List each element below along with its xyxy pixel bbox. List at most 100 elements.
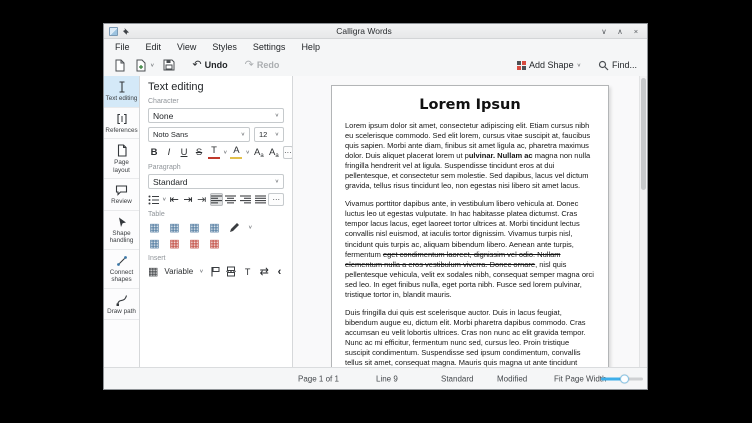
align-right-button[interactable] — [239, 193, 252, 206]
insert-row-below-button[interactable]: ▦ — [168, 221, 181, 234]
character-more-button[interactable]: … — [282, 146, 292, 159]
titlebar[interactable]: Calligra Words ∨ ∧ × — [104, 24, 647, 39]
undo-button[interactable]: ↶ Undo — [190, 59, 229, 71]
open-document-button[interactable]: ∨ — [133, 58, 156, 73]
tab-connect-shapes[interactable]: Connect shapes — [104, 250, 139, 289]
undo-label: Undo — [204, 60, 228, 70]
insert-column-right-button[interactable]: ▦ — [208, 221, 221, 234]
minimize-icon[interactable]: ∨ — [598, 27, 610, 36]
bold-button[interactable]: B — [148, 146, 160, 159]
insert-table-button[interactable]: ▦ — [148, 265, 158, 278]
font-size-select[interactable]: 12 ∨ — [254, 127, 284, 142]
font-color-chevron-icon[interactable]: ∨ — [223, 150, 227, 156]
align-center-icon — [225, 195, 237, 204]
menu-settings[interactable]: Settings — [245, 41, 294, 53]
insert-text-button[interactable]: T — [242, 265, 254, 278]
save-icon — [163, 59, 175, 71]
delete-table-button[interactable]: ▦ — [208, 237, 221, 250]
insert-row-above-button[interactable]: ▦ — [148, 221, 161, 234]
indent-less-button[interactable]: ⇤ — [168, 193, 180, 206]
character-style-select[interactable]: None ∨ — [148, 108, 284, 123]
add-shape-button[interactable]: Add Shape ∨ — [515, 59, 583, 71]
pin-icon[interactable] — [122, 27, 130, 35]
highlight-color-button[interactable]: A — [230, 145, 243, 159]
document-paragraph[interactable]: Lorem ipsum dolor sit amet, consectetur … — [345, 121, 595, 191]
list-style-button[interactable] — [148, 193, 160, 206]
insert-column-left-button[interactable]: ▦ — [188, 221, 201, 234]
italic-button[interactable]: I — [163, 146, 175, 159]
paragraph-more-button[interactable]: … — [268, 193, 284, 206]
paragraph-style-select[interactable]: Standard ∨ — [148, 174, 284, 189]
redo-label: Redo — [256, 60, 280, 70]
new-document-button[interactable] — [112, 58, 128, 73]
document-body[interactable]: Lorem ipsum dolor sit amet, consectetur … — [345, 121, 595, 367]
find-button[interactable]: Find... — [596, 59, 639, 72]
indent-more-button[interactable]: ⇥ — [182, 193, 194, 206]
merge-cells-button[interactable]: ▦ — [148, 237, 161, 250]
align-center-button[interactable] — [225, 193, 238, 206]
desktop-background: Calligra Words ∨ ∧ × File Edit View Styl… — [0, 0, 752, 423]
document-area[interactable]: Lorem Ipsun Lorem ipsum dolor sit amet, … — [293, 76, 647, 367]
zoom-mode-button[interactable]: Fit Page Width — [554, 374, 606, 383]
pen-icon — [230, 223, 239, 232]
zoom-slider[interactable] — [601, 374, 643, 383]
scrollbar-thumb[interactable] — [641, 78, 646, 190]
list-chevron-icon[interactable]: ∨ — [162, 197, 166, 203]
tab-references[interactable]: References — [104, 108, 139, 140]
document-paragraph[interactable]: Vivamus porttitor dapibus ante, in vesti… — [345, 199, 595, 299]
style-indicator[interactable]: Standard — [441, 374, 473, 383]
menu-styles[interactable]: Styles — [204, 41, 245, 53]
insert-bookmark-button[interactable] — [210, 265, 220, 278]
connector-icon — [116, 255, 127, 266]
tab-review[interactable]: Review — [104, 179, 139, 211]
insert-field-button[interactable]: ⇄ — [260, 265, 269, 278]
tab-label: Page layout — [113, 159, 130, 174]
menubar: File Edit View Styles Settings Help — [104, 39, 647, 54]
draw-path-icon — [116, 295, 127, 306]
app-window: Calligra Words ∨ ∧ × File Edit View Styl… — [103, 23, 648, 390]
tab-page-layout[interactable]: Page layout — [104, 139, 139, 180]
font-family-select[interactable]: Noto Sans ∨ — [148, 127, 250, 142]
align-justify-button[interactable] — [254, 193, 267, 206]
insert-page-break-button[interactable] — [225, 265, 236, 278]
app-icon[interactable] — [109, 26, 118, 36]
tab-draw-path[interactable]: Draw path — [104, 289, 139, 321]
align-left-button[interactable] — [209, 193, 223, 206]
close-icon[interactable]: × — [630, 27, 642, 36]
variable-chevron-icon[interactable]: ∨ — [199, 269, 203, 275]
vertical-scrollbar[interactable] — [639, 76, 647, 367]
document-page[interactable]: Lorem Ipsun Lorem ipsum dolor sit amet, … — [331, 85, 609, 367]
chevron-down-icon: ∨ — [240, 132, 245, 138]
modified-indicator: Modified — [497, 374, 528, 383]
maximize-icon[interactable]: ∧ — [614, 27, 626, 36]
delete-column-button[interactable]: ▦ — [188, 237, 201, 250]
search-icon — [598, 60, 609, 70]
insert-citation-button[interactable]: ‹ — [275, 265, 284, 278]
zoom-slider-handle[interactable] — [620, 374, 629, 383]
tab-text-editing[interactable]: Text editing — [104, 76, 139, 108]
menu-edit[interactable]: Edit — [138, 41, 170, 53]
menu-view[interactable]: View — [169, 41, 204, 53]
table-border-pen-button[interactable] — [228, 221, 241, 234]
insert-variable-button[interactable]: Variable — [164, 267, 193, 276]
document-title[interactable]: Lorem Ipsun — [345, 97, 595, 113]
strikethrough-button[interactable]: S — [193, 146, 205, 159]
font-size-value: 12 — [259, 130, 268, 139]
first-line-indent-button[interactable]: ⇥ — [196, 193, 208, 206]
tab-label: Review — [111, 198, 132, 206]
document-paragraph[interactable]: Duis fringilla dui quis est scelerisque … — [345, 308, 595, 367]
save-button[interactable] — [161, 58, 177, 72]
underline-button[interactable]: U — [178, 146, 190, 159]
subscript-button[interactable]: Aa — [268, 146, 280, 159]
menu-help[interactable]: Help — [293, 41, 328, 53]
pen-chevron-icon[interactable]: ∨ — [248, 225, 252, 231]
menu-file[interactable]: File — [107, 41, 138, 53]
bookmark-flag-icon — [211, 267, 220, 277]
tab-shape-handling[interactable]: Shape handling — [104, 211, 139, 250]
open-dropdown-chevron-icon[interactable]: ∨ — [150, 62, 154, 68]
highlight-chevron-icon[interactable]: ∨ — [245, 150, 249, 156]
superscript-button[interactable]: Aa — [253, 146, 265, 159]
delete-row-button[interactable]: ▦ — [168, 237, 181, 250]
font-color-button[interactable]: T — [208, 145, 220, 159]
redo-button[interactable]: ↷ Redo — [243, 59, 282, 71]
